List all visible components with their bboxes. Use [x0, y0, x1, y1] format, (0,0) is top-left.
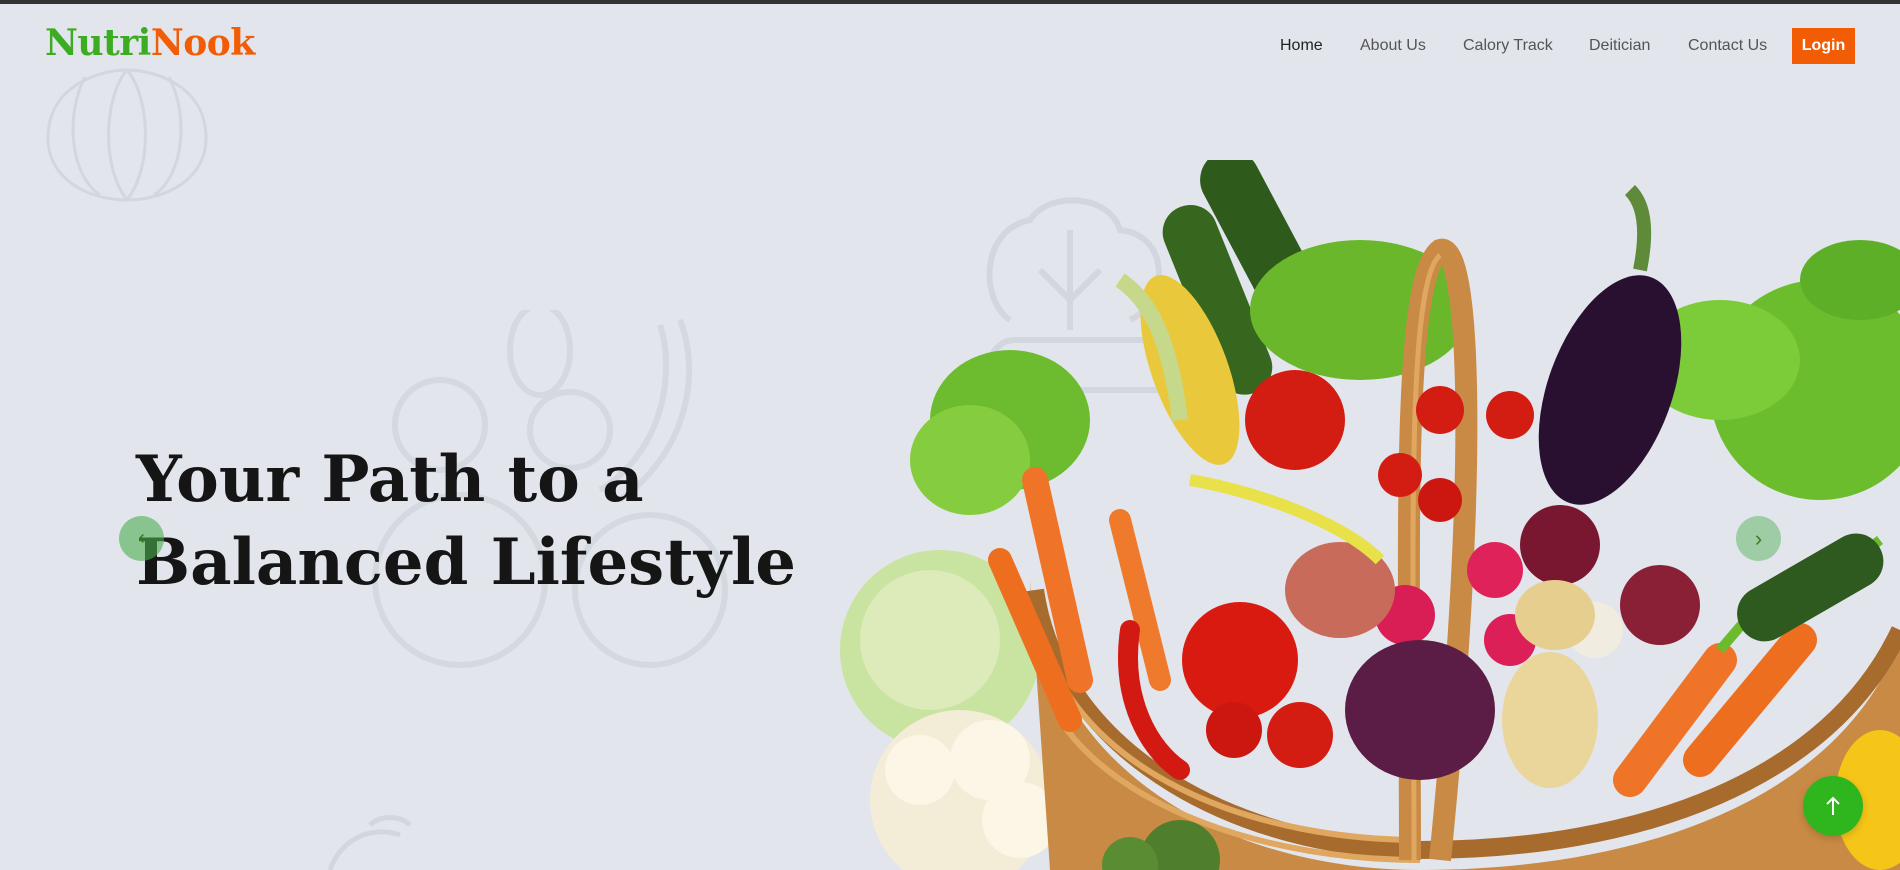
pumpkin-outline-decoration: [46, 68, 208, 202]
nav-deitician[interactable]: Deitician: [1589, 37, 1650, 55]
logo-part-nook: Nook: [150, 22, 255, 64]
logo[interactable]: NutriNook: [45, 22, 255, 64]
login-button[interactable]: Login: [1792, 28, 1855, 64]
nav-about-us[interactable]: About Us: [1360, 37, 1426, 55]
logo-part-nutri: Nutri: [45, 22, 151, 64]
top-border: [0, 0, 1900, 4]
scroll-to-top-button[interactable]: [1803, 776, 1863, 836]
chevron-right-icon: ›: [1754, 525, 1763, 551]
eggplant-shape: [1538, 185, 1682, 505]
nav-contact-us[interactable]: Contact Us: [1688, 37, 1767, 55]
nav-home[interactable]: Home: [1280, 37, 1323, 55]
vegetable-basket-image: [840, 160, 1900, 870]
carousel-next-button[interactable]: ›: [1736, 516, 1781, 561]
leaf-outline-decoration: [327, 815, 412, 870]
red-cabbage-shape: [1345, 640, 1495, 780]
arrow-up-icon: [1826, 796, 1840, 815]
nav-calory-track[interactable]: Calory Track: [1463, 37, 1553, 55]
chevron-left-icon: ‹: [138, 527, 145, 549]
carousel-prev-button[interactable]: ‹: [119, 516, 164, 561]
hero-title: Your Path to a Balanced Lifestyle: [136, 442, 796, 600]
